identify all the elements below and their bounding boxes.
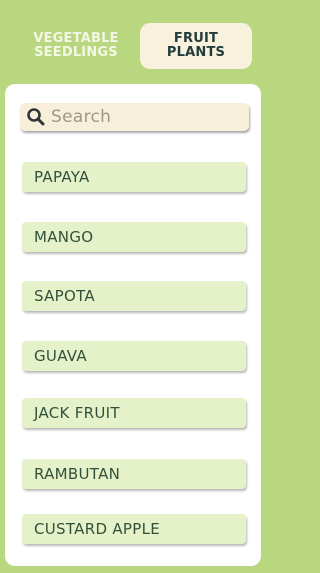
search-icon xyxy=(26,107,46,127)
tab-vegetable-seedlings[interactable]: VEGETABLE SEEDLINGS xyxy=(18,23,134,69)
search-input[interactable]: Search xyxy=(20,103,249,131)
search-placeholder: Search xyxy=(51,107,112,127)
tab-vegetable-line1: VEGETABLE xyxy=(33,31,119,46)
tab-fruit-line1: FRUIT xyxy=(173,31,219,46)
tab-fruit-plants[interactable]: FRUIT PLANTS xyxy=(140,23,252,69)
tab-vegetable-line2: SEEDLINGS xyxy=(34,45,118,60)
fruit-item-jack-fruit[interactable]: JACK FRUIT xyxy=(22,398,246,428)
fruit-item-custard-apple[interactable]: CUSTARD APPLE xyxy=(22,514,246,544)
tab-fruit-line2: PLANTS xyxy=(166,45,226,60)
fruit-item-rambutan[interactable]: RAMBUTAN xyxy=(22,459,246,489)
fruit-plants-card xyxy=(5,84,261,566)
fruit-item-mango[interactable]: MANGO xyxy=(22,222,246,252)
fruit-item-guava[interactable]: GUAVA xyxy=(22,341,246,371)
fruit-item-sapota[interactable]: SAPOTA xyxy=(22,281,246,311)
fruit-item-papaya[interactable]: PAPAYA xyxy=(22,162,246,192)
